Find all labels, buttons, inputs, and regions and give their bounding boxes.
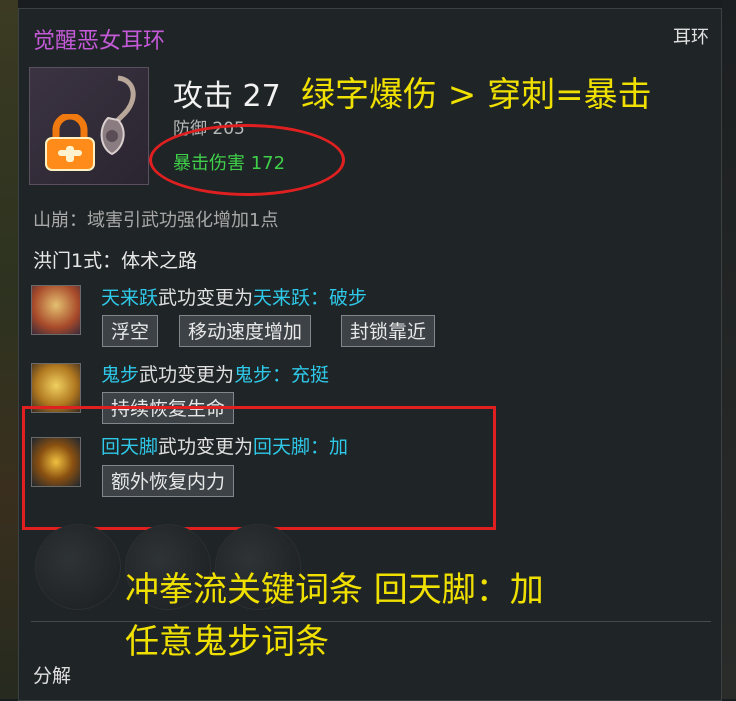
annotation-bottom-line2: 任意鬼步词条 [125, 622, 329, 662]
skill-change-text: 武功变更为 [158, 287, 254, 309]
passive-effect: 山崩：域害引武功强化增加1点 [33, 210, 279, 231]
item-icon [29, 67, 149, 185]
annotation-bottom-line1: 冲拳流关键词条 回天脚：加 [125, 570, 544, 610]
skill-tag: 移动速度增加 [179, 315, 312, 347]
annotation-bottom: 冲拳流关键词条 回天脚：加 任意鬼步词条 [125, 564, 544, 668]
skill-changed-name: 鬼步：充挺 [234, 364, 330, 386]
item-slot-label: 耳环 [673, 27, 709, 48]
skill-changed-name: 天来跃：破步 [253, 287, 368, 309]
skill-icon-tianlaiyue[interactable] [31, 285, 81, 335]
skill-name: 鬼步 [101, 364, 140, 386]
item-name: 觉醒恶女耳环 [33, 29, 166, 54]
item-tooltip-panel: 觉醒恶女耳环 耳环 攻击 27 绿字爆伤 > 穿刺=暴击 防御 205 暴击伤害… [18, 8, 722, 701]
background-left-edge [0, 0, 18, 699]
annotation-top: 绿字爆伤 > 穿刺=暴击 [301, 75, 652, 115]
highlight-box [22, 406, 496, 530]
skill-change-text: 武功变更为 [139, 364, 235, 386]
highlight-circle [149, 124, 345, 196]
lock-icon [45, 114, 95, 171]
school-style: 洪门1式：体术之路 [33, 250, 198, 272]
skill-tag: 封锁靠近 [341, 315, 436, 347]
background-right-edge [722, 0, 736, 699]
attack-stat: 攻击 27 [173, 79, 281, 114]
skill-name: 天来跃 [101, 287, 159, 309]
gem-socket[interactable] [35, 524, 121, 610]
skill-description: 鬼步武功变更为鬼步：充挺 [101, 360, 329, 387]
divider [31, 621, 711, 622]
skill-tag: 浮空 [102, 315, 159, 347]
disassemble-label[interactable]: 分解 [33, 661, 71, 688]
skill-description: 天来跃武功变更为天来跃：破步 [101, 283, 367, 310]
